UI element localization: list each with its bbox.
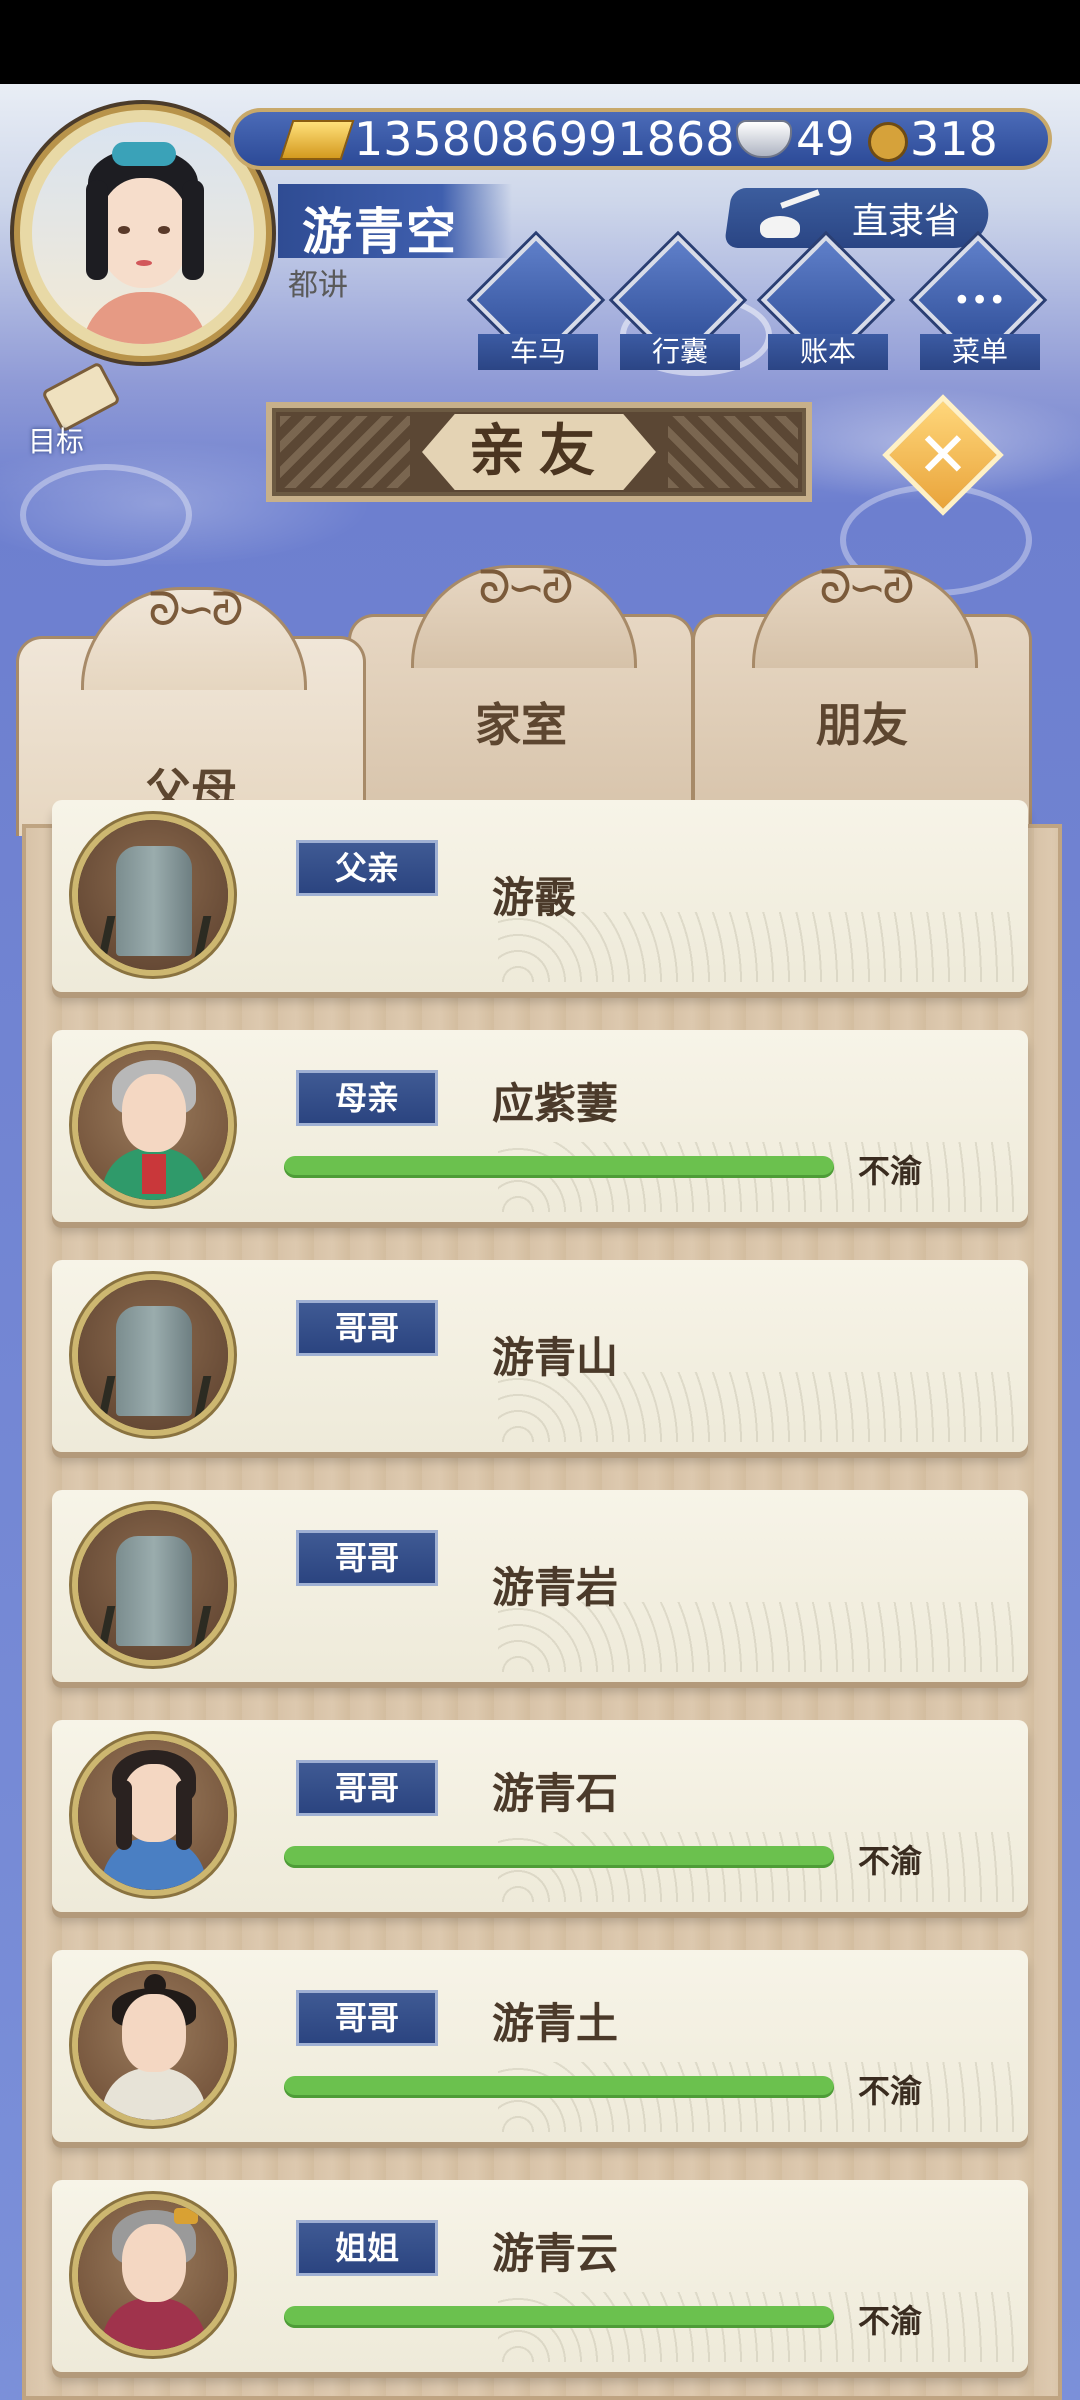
player-name: 游青空 [302,203,458,261]
menu-button[interactable]: ••• 菜单 [912,234,1044,370]
cloud-ornament-icon: ᘐ∽ᘑ [478,560,573,614]
carriage-button[interactable]: 车马 [470,234,602,370]
tab-family-label: 家室 [475,698,567,752]
carriage-label: 车马 [478,334,598,370]
portrait [72,1734,234,1896]
affection-bar [284,2306,834,2328]
brush-icon [752,189,822,242]
portrait [72,1044,234,1206]
affection-bar [284,2076,834,2098]
relative-name: 游青岩 [492,1563,619,1612]
relation-tag: 父亲 [296,840,438,896]
cloud-swirl [20,464,192,566]
relation-tag: 母亲 [296,1070,438,1126]
relative-row[interactable]: 哥哥 游青土 不渝 [52,1950,1028,2142]
banner-pattern-left [280,416,410,488]
relative-row[interactable]: 哥哥 游青岩 [52,1490,1028,1682]
mood-label: 不渝 [858,2072,923,2110]
relative-row[interactable]: 哥哥 游青山 [52,1260,1028,1452]
close-icon: ✕ [917,418,969,491]
face [122,2224,186,2302]
relative-name: 应紫萋 [492,1079,619,1128]
relative-name: 游霰 [492,873,577,922]
province-name: 直隶省 [852,201,961,242]
face [122,1994,186,2072]
relative-row[interactable]: 哥哥 游青石 不渝 [52,1720,1028,1912]
relative-name: 游青云 [492,2229,619,2278]
goal-label: 目标 [28,425,85,458]
page-title: 亲友 [469,419,609,484]
copper-coin-icon [868,122,908,162]
relative-name: 游青山 [492,1333,619,1382]
bag-button[interactable]: 行囊 [612,234,744,370]
tombstone-icon [116,1536,192,1646]
gold-amount: 1358086991868 [354,112,735,166]
game-screen: 1358086991868 49 318 游青空 都讲 直隶省 车马 行囊 账本… [0,84,1080,2400]
player-portrait [32,122,254,344]
tombstone-icon [116,1306,192,1416]
relation-tag: 哥哥 [296,1990,438,2046]
tab-friends-label: 朋友 [816,698,908,752]
portrait [72,1964,234,2126]
banner-pattern-right [668,416,798,488]
cloud-ornament-icon: ᘐ∽ᘑ [148,582,243,636]
cloud-ornament-icon: ᘐ∽ᘑ [819,560,914,614]
tab-crest: ᘐ∽ᘑ [411,560,637,668]
relation-tag: 哥哥 [296,1760,438,1816]
tab-crest: ᘐ∽ᘑ [81,582,307,690]
relation-tag: 哥哥 [296,1300,438,1356]
mood-label: 不渝 [858,2302,923,2340]
relation-tag: 姐姐 [296,2220,438,2276]
face [122,1074,186,1152]
coin-amount: 318 [910,112,998,166]
title-banner: 亲友 [266,402,812,502]
affection-bar [284,1156,834,1178]
relation-tag: 哥哥 [296,1530,438,1586]
silver-amount: 49 [796,112,855,166]
portrait [72,1274,234,1436]
portrait [72,814,234,976]
portrait [72,1504,234,1666]
tab-crest: ᘐ∽ᘑ [752,560,978,668]
mood-label: 不渝 [858,1842,923,1880]
ledger-label: 账本 [768,334,888,370]
relative-row[interactable]: 姐姐 游青云 不渝 [52,2180,1028,2372]
gold-ingot-icon [279,120,355,160]
relative-row[interactable]: 母亲 应紫萋 不渝 [52,1030,1028,1222]
bag-label: 行囊 [620,334,740,370]
ledger-button[interactable]: 账本 [760,234,892,370]
affection-bar [284,1846,834,1868]
portrait [72,2194,234,2356]
relative-row[interactable]: 父亲 游霰 [52,800,1028,992]
banner-center: 亲友 [422,414,656,490]
relative-name: 游青土 [492,1999,619,2048]
menu-label: 菜单 [920,334,1040,370]
tombstone-icon [116,846,192,956]
relative-name: 游青石 [492,1769,619,1818]
player-title: 都讲 [288,268,348,303]
mood-label: 不渝 [858,1152,923,1190]
